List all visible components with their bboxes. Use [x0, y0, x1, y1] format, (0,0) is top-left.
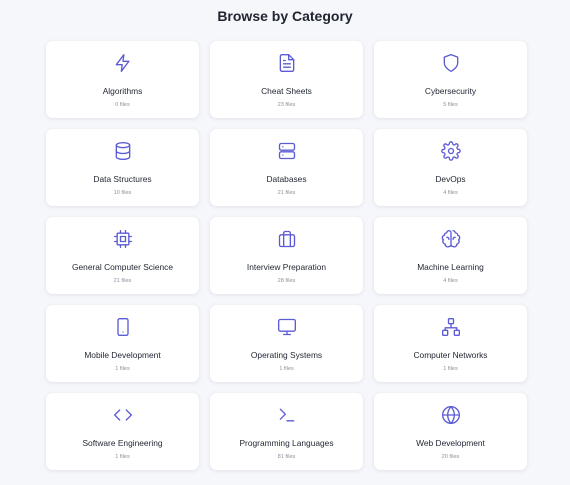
- category-file-count: 10 files: [113, 190, 132, 196]
- category-file-count: 4 files: [443, 278, 458, 284]
- category-name: Operating Systems: [250, 350, 323, 360]
- category-name: Mobile Development: [84, 350, 161, 360]
- document-icon: [276, 52, 298, 74]
- category-card-data-structures[interactable]: Data Structures 10 files: [46, 129, 199, 206]
- category-file-count: 1 files: [443, 366, 458, 372]
- category-browser: Browse by Category Algorithms 0 files Ch…: [0, 0, 570, 485]
- category-card-devops[interactable]: DevOps 4 files: [374, 129, 527, 206]
- lightning-icon: [112, 52, 134, 74]
- terminal-icon: [276, 404, 298, 426]
- category-file-count: 21 files: [113, 278, 132, 284]
- category-card-operating-systems[interactable]: Operating Systems 1 files: [210, 305, 363, 382]
- category-file-count: 23 files: [277, 102, 296, 108]
- category-file-count: 20 files: [441, 454, 460, 460]
- category-file-count: 1 files: [279, 366, 294, 372]
- category-file-count: 4 files: [443, 190, 458, 196]
- category-name: Interview Preparation: [246, 262, 327, 272]
- cpu-icon: [112, 228, 134, 250]
- monitor-icon: [276, 316, 298, 338]
- category-card-databases[interactable]: Databases 21 files: [210, 129, 363, 206]
- globe-icon: [440, 404, 462, 426]
- category-card-interview-preparation[interactable]: Interview Preparation 28 files: [210, 217, 363, 294]
- category-name: Algorithms: [102, 86, 143, 96]
- shield-icon: [440, 52, 462, 74]
- gear-icon: [440, 140, 462, 162]
- category-card-algorithms[interactable]: Algorithms 0 files: [46, 41, 199, 118]
- briefcase-icon: [276, 228, 298, 250]
- category-card-computer-networks[interactable]: Computer Networks 1 files: [374, 305, 527, 382]
- category-card-machine-learning[interactable]: Machine Learning 4 files: [374, 217, 527, 294]
- category-name: General Computer Science: [71, 262, 173, 272]
- category-name: Programming Languages: [239, 438, 334, 448]
- category-card-web-development[interactable]: Web Development 20 files: [374, 393, 527, 470]
- category-card-cybersecurity[interactable]: Cybersecurity 5 files: [374, 41, 527, 118]
- category-file-count: 1 files: [115, 366, 130, 372]
- category-name: Data Structures: [93, 174, 152, 184]
- category-card-cheat-sheets[interactable]: Cheat Sheets 23 files: [210, 41, 363, 118]
- server-icon: [276, 140, 298, 162]
- category-card-mobile-development[interactable]: Mobile Development 1 files: [46, 305, 199, 382]
- smartphone-icon: [112, 316, 134, 338]
- category-card-software-engineering[interactable]: Software Engineering 1 files: [46, 393, 199, 470]
- brain-icon: [440, 228, 462, 250]
- category-name: DevOps: [435, 174, 466, 184]
- category-name: Web Development: [416, 438, 485, 448]
- category-name: Machine Learning: [417, 262, 484, 272]
- page-title: Browse by Category: [217, 8, 353, 24]
- network-icon: [440, 316, 462, 338]
- category-name: Cheat Sheets: [261, 86, 312, 96]
- category-file-count: 28 files: [277, 278, 296, 284]
- category-file-count: 5 files: [443, 102, 458, 108]
- code-icon: [112, 404, 134, 426]
- category-name: Computer Networks: [413, 350, 488, 360]
- category-card-general-computer-science[interactable]: General Computer Science 21 files: [46, 217, 199, 294]
- database-icon: [112, 140, 134, 162]
- category-file-count: 1 files: [115, 454, 130, 460]
- category-name: Databases: [266, 174, 307, 184]
- category-grid: Algorithms 0 files Cheat Sheets 23 files…: [46, 41, 527, 470]
- category-file-count: 0 files: [115, 102, 130, 108]
- category-name: Software Engineering: [82, 438, 163, 448]
- category-name: Cybersecurity: [424, 86, 477, 96]
- category-file-count: 21 files: [277, 190, 296, 196]
- category-file-count: 81 files: [277, 454, 296, 460]
- category-card-programming-languages[interactable]: Programming Languages 81 files: [210, 393, 363, 470]
